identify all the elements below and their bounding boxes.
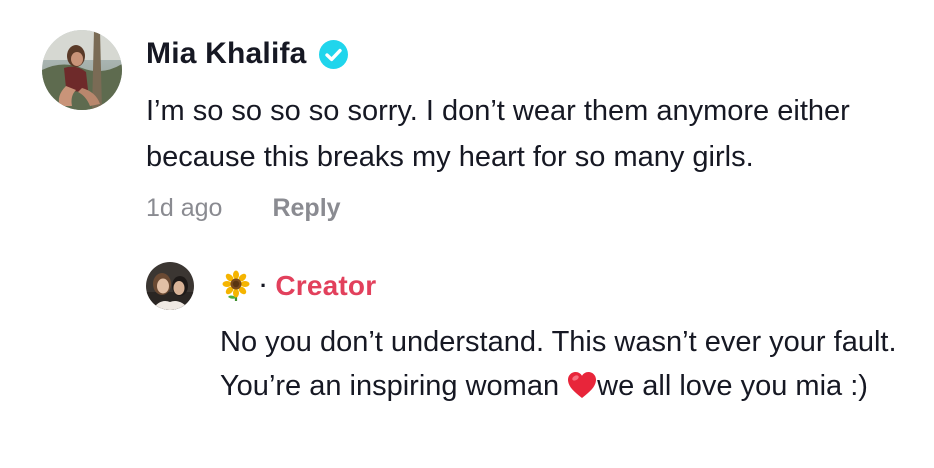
comment-author-row: Mia Khalifa [146,34,348,74]
comment-timestamp: 1d ago [146,193,223,222]
name-separator: · [260,273,268,298]
creator-badge: Creator [275,270,377,301]
comment-text: I’m so so so so sorry. I don’t wear them… [146,95,850,173]
reply-author-row: · Creator [220,266,376,306]
reply-text-part: we all love you mia :) [597,370,868,402]
avatar-photo [146,262,194,310]
reply-button[interactable]: Reply [272,194,340,223]
avatar[interactable] [42,30,122,110]
reply-text: No you don’t understand. This wasn’t eve… [220,320,925,408]
avatar-photo [42,30,122,110]
comment-meta: 1d ago Reply [146,190,341,226]
comment-author-name[interactable]: Mia Khalifa [146,37,307,71]
reply-avatar[interactable] [146,262,194,310]
sunflower-icon[interactable] [220,270,252,302]
heart-icon [567,368,597,398]
verified-badge-icon [318,39,348,69]
